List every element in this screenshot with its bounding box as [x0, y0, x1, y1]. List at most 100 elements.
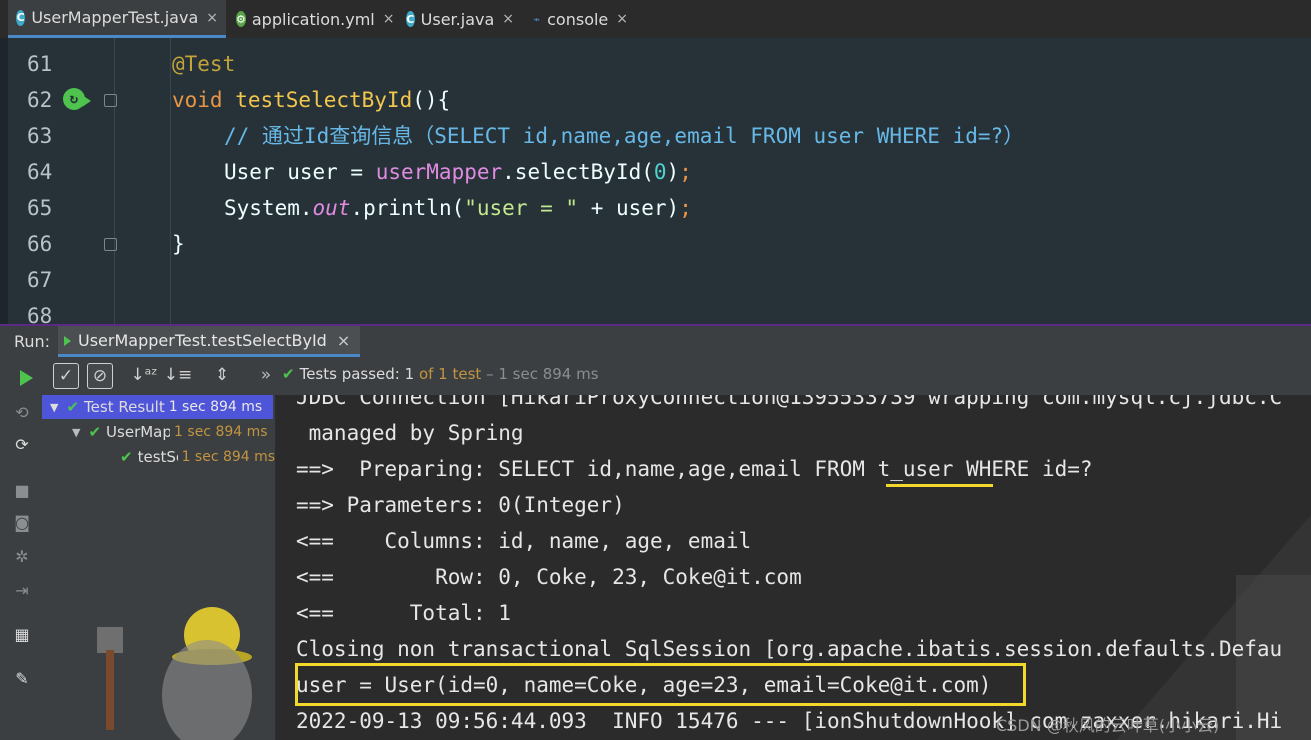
close-icon[interactable]: ×	[502, 11, 514, 27]
code-token: ;	[679, 160, 692, 184]
sort-by-duration-icon[interactable]: ↓≡	[164, 363, 193, 387]
line-number: 68	[27, 304, 53, 324]
run-arrow-icon[interactable]	[82, 95, 91, 107]
console-line: managed by Spring	[296, 421, 524, 445]
layout-icon[interactable]: ▦	[13, 625, 31, 644]
code-token: )	[666, 160, 680, 184]
fold-icon[interactable]	[104, 94, 117, 107]
toggle-auto-test-icon[interactable]: ⟲	[13, 403, 31, 422]
tab-application-yml[interactable]: ⚙ application.yml ×	[228, 0, 396, 38]
code-text: System.out.println("user = " + user);	[224, 190, 692, 226]
more-icon[interactable]: »	[254, 363, 278, 387]
tab-user-java[interactable]: C User.java ×	[398, 0, 522, 38]
console-icon: ⌁	[533, 12, 540, 26]
code-editor[interactable]: 61 @Test 62 ↻ void testSelectById(){ 63 …	[0, 38, 1311, 324]
test-status: ✔ Tests passed: 1 of 1 test – 1 sec 894 m…	[282, 365, 599, 383]
code-token: ;	[679, 196, 692, 220]
code-line: 67	[0, 262, 1311, 298]
yml-config-icon: ⚙	[236, 11, 246, 27]
tab-usermappertest-java[interactable]: C UserMapperTest.java ×	[8, 0, 226, 38]
passed-check-icon: ✔	[282, 365, 295, 383]
close-icon[interactable]: ×	[383, 11, 395, 27]
code-token: .selectById(	[502, 160, 654, 184]
code-line: 66 }	[0, 226, 1311, 262]
watermark-text: CSDN @秋风的云叶草(小小云)	[996, 716, 1220, 735]
code-line: 65 System.out.println("user = " + user);	[0, 190, 1311, 226]
line-number: 61	[27, 52, 53, 76]
run-side-actions: ⟲ ⟳ ■ ◙ ✲ ⇥ ▦ ✎	[0, 395, 42, 740]
code-token: (){	[412, 88, 451, 112]
debug-icon[interactable]: ✲	[13, 547, 31, 566]
console-line: ==> Preparing: SELECT id,name,age,email …	[296, 457, 1093, 481]
code-line: 61 @Test	[0, 46, 1311, 82]
line-number: 63	[27, 124, 53, 148]
run-label: Run:	[14, 332, 51, 351]
code-token: + user)	[578, 196, 680, 220]
code-line: 62 ↻ void testSelectById(){	[0, 82, 1311, 118]
code-line: 63 // 通过Id查询信息（SELECT id,name,age,email …	[0, 118, 1311, 154]
line-number: 64	[27, 160, 53, 184]
console-line: <== Total: 1	[296, 601, 511, 625]
line-number: 62	[27, 88, 53, 112]
code-token: out	[312, 196, 351, 220]
close-icon[interactable]: ×	[616, 11, 628, 27]
code-text: User user = userMapper.selectById(0);	[224, 154, 692, 190]
close-icon[interactable]: ×	[206, 10, 218, 26]
line-number: 65	[27, 196, 53, 220]
tab-label: User.java	[420, 9, 495, 29]
console-line: JDBC Connection [HikariProxyConnection@1…	[296, 395, 1283, 409]
code-line: 64 User user = userMapper.selectById(0);	[0, 154, 1311, 190]
test-config-icon	[64, 336, 71, 346]
result-highlight-box	[295, 663, 1026, 706]
tab-console[interactable]: ⌁ console ×	[524, 0, 636, 38]
tab-label: UserMapperTest.java	[31, 8, 199, 27]
code-token: .println(	[350, 196, 465, 220]
code-line: 68	[0, 298, 1311, 324]
code-token: 0	[653, 160, 667, 184]
code-token: User user =	[224, 160, 376, 184]
status-prefix: Tests passed:	[299, 365, 405, 383]
exit-icon[interactable]: ⇥	[13, 581, 31, 600]
rerun-icon[interactable]	[20, 370, 33, 386]
show-passed-icon[interactable]: ✓	[53, 363, 79, 389]
rerun-failed-icon[interactable]: ⟳	[13, 435, 31, 454]
show-ignored-icon[interactable]: ⊘	[87, 363, 113, 389]
fold-icon[interactable]	[104, 238, 117, 251]
run-toolbar: ✓ ⊘ ↓ᵃᶻ ↓≡ ⇕ » ✔ Tests passed: 1 of 1 tes…	[0, 357, 1311, 395]
tab-label: console	[547, 9, 609, 29]
sort-alphabetically-icon[interactable]: ↓ᵃᶻ	[130, 363, 157, 387]
close-icon[interactable]: ×	[337, 331, 350, 350]
code-text: void testSelectById(){	[172, 82, 450, 118]
console-line: <== Columns: id, name, age, email	[296, 529, 752, 553]
line-number: 67	[27, 268, 53, 292]
background-figure-illustration	[97, 607, 252, 740]
code-token: userMapper	[375, 160, 503, 184]
status-duration: – 1 sec 894 ms	[481, 365, 599, 383]
code-text: @Test	[172, 46, 235, 82]
camera-icon[interactable]: ◙	[13, 513, 31, 532]
code-token: System.	[224, 196, 313, 220]
code-token: "user = "	[464, 196, 579, 220]
code-text: }	[172, 226, 185, 262]
line-number: 66	[27, 232, 53, 256]
run-tab-testselectbyid[interactable]: UserMapperTest.testSelectById ×	[58, 326, 361, 357]
expand-all-icon[interactable]: ⇕	[210, 363, 234, 387]
code-comment: // 通过Id查询信息（SELECT id,name,age,email FRO…	[224, 124, 1025, 148]
test-results-tree: ▼ ✔ Test Result 1 sec 894 ms ▼ ✔ UserMap…	[42, 395, 275, 740]
run-tab-label: UserMapperTest.testSelectById	[78, 330, 327, 350]
code-token: void	[172, 88, 236, 112]
run-tool-window-header: Run: UserMapperTest.testSelectById ×	[0, 324, 1311, 359]
status-of-total: of 1 test	[414, 365, 482, 383]
console-line: Closing non transactional SqlSession [or…	[296, 637, 1283, 661]
editor-tab-bar: C UserMapperTest.java × ⚙ application.ym…	[0, 0, 1311, 39]
status-passed-count: 1	[404, 365, 415, 383]
stop-icon[interactable]: ■	[13, 481, 31, 500]
console-output[interactable]: JDBC Connection [HikariProxyConnection@1…	[276, 395, 1311, 740]
code-token: testSelectById	[235, 88, 413, 112]
tab-label: application.yml	[251, 9, 375, 29]
pin-icon[interactable]: ✎	[13, 669, 31, 688]
console-line: <== Row: 0, Coke, 23, Coke@it.com	[296, 565, 802, 589]
table-name-highlight	[886, 484, 993, 487]
code-text: // 通过Id查询信息（SELECT id,name,age,email FRO…	[224, 118, 1024, 154]
java-class-icon: C	[16, 9, 26, 26]
